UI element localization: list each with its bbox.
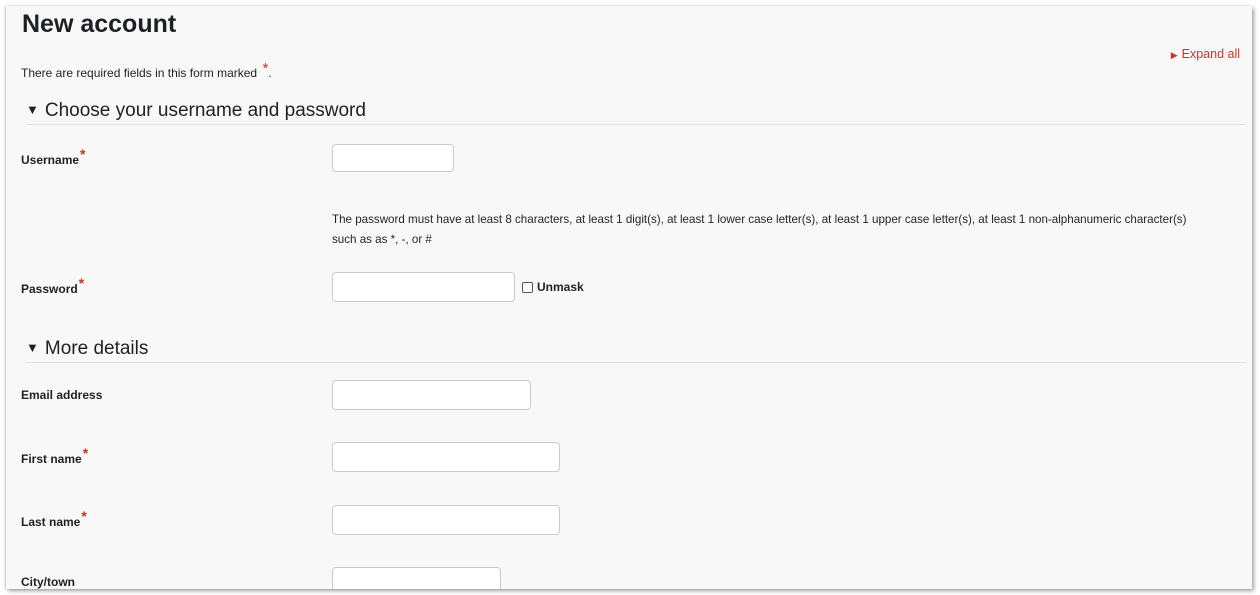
email-label: Email address (21, 388, 102, 402)
signup-form-panel: New account There are required fields in… (6, 6, 1252, 589)
expand-all-label: Expand all (1181, 47, 1240, 61)
unmask-label: Unmask (537, 280, 584, 294)
triangle-down-icon: ▼ (26, 102, 39, 117)
first-name-input[interactable] (332, 442, 560, 472)
required-star-icon: * (81, 508, 87, 524)
section-header-more-details[interactable]: ▼ More details (26, 338, 1246, 363)
required-note-text: There are required fields in this form m… (21, 66, 258, 80)
email-label-text: Email address (21, 388, 103, 402)
last-name-input[interactable] (332, 505, 560, 535)
city-label: City/town (21, 575, 75, 589)
section-title-more-details: More details (44, 338, 149, 359)
last-name-label-text: Last name (21, 515, 81, 529)
password-input[interactable] (332, 272, 515, 302)
required-note-end: . (268, 66, 272, 80)
required-star-icon: * (82, 445, 89, 461)
city-label-text: City/town (21, 575, 75, 589)
username-label: Username* (21, 146, 85, 167)
required-star-icon: * (78, 275, 85, 291)
page-title: New account (22, 10, 177, 38)
section-header-username-password[interactable]: ▼ Choose your username and password (26, 100, 1246, 125)
password-label-text: Password (21, 282, 78, 296)
unmask-checkbox[interactable] (522, 281, 533, 293)
required-fields-note: There are required fields in this form m… (21, 60, 272, 81)
last-name-label: Last name* (21, 508, 87, 529)
required-star-icon: * (262, 60, 269, 77)
triangle-right-icon: ▶ (1170, 50, 1178, 60)
triangle-down-icon: ▼ (26, 340, 39, 355)
first-name-label-text: First name (21, 452, 82, 466)
section-title-username-password: Choose your username and password (44, 100, 366, 121)
unmask-toggle[interactable]: Unmask (522, 280, 584, 294)
email-input[interactable] (332, 380, 531, 410)
username-input[interactable] (332, 144, 454, 172)
password-label: Password* (21, 275, 84, 296)
expand-all-link[interactable]: ▶ Expand all (1171, 47, 1240, 61)
first-name-label: First name* (21, 445, 88, 466)
password-requirements-text: The password must have at least 8 charac… (332, 213, 1187, 246)
username-label-text: Username (21, 153, 80, 167)
city-input[interactable] (332, 567, 501, 589)
required-star-icon: * (80, 146, 86, 162)
